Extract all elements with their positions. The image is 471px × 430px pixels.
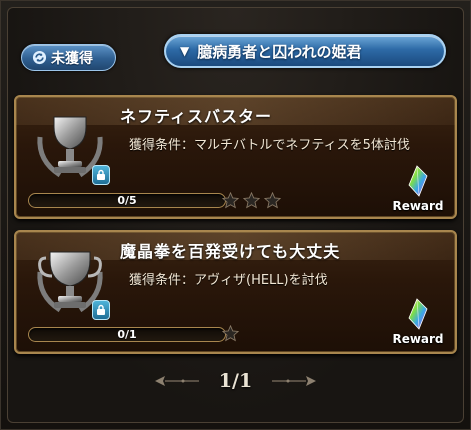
progress-bar: 0/5 bbox=[28, 193, 226, 208]
reward-label: Reward bbox=[392, 332, 444, 346]
pagination: 1/1 bbox=[1, 368, 470, 394]
achievement-condition: 獲得条件：マルチバトルでネフティスを5体討伐 bbox=[129, 138, 410, 153]
progress-text: 0/1 bbox=[117, 328, 137, 341]
star-icon bbox=[222, 192, 239, 209]
star-icon bbox=[243, 192, 260, 209]
triangle-down-icon: ▼ bbox=[180, 44, 190, 58]
achievement-title: ネフティスバスター bbox=[120, 107, 273, 126]
next-page-ornament-icon[interactable] bbox=[270, 375, 318, 387]
prev-page-ornament-icon[interactable] bbox=[153, 375, 201, 387]
lock-icon bbox=[92, 300, 110, 320]
star-icon bbox=[264, 192, 281, 209]
refresh-icon bbox=[32, 50, 47, 65]
difficulty-stars bbox=[222, 192, 281, 209]
achievement-condition: 獲得条件：アヴィザ(HELL)を討伐 bbox=[129, 273, 328, 288]
crystal-icon bbox=[408, 165, 428, 197]
category-dropdown[interactable]: ▼ 臆病勇者と囚われの姫君 bbox=[164, 34, 446, 68]
crystal-icon bbox=[408, 298, 428, 330]
achievement-window: 未獲得 ▼ 臆病勇者と囚われの姫君 ネフティスバスター 獲得条件：マルチバトルで… bbox=[0, 0, 471, 430]
difficulty-stars bbox=[222, 325, 239, 342]
reward-label: Reward bbox=[392, 199, 444, 213]
achievement-card[interactable]: ネフティスバスター 獲得条件：マルチバトルでネフティスを5体討伐 0/5 Rew… bbox=[14, 95, 457, 219]
status-filter-label: 未獲得 bbox=[51, 50, 93, 67]
reward-button[interactable]: Reward bbox=[389, 165, 447, 213]
reward-button[interactable]: Reward bbox=[389, 298, 447, 346]
lock-icon bbox=[92, 165, 110, 185]
progress-text: 0/5 bbox=[117, 194, 137, 207]
page-indicator: 1/1 bbox=[218, 370, 253, 392]
progress-bar: 0/1 bbox=[28, 327, 226, 342]
achievement-title: 魔晶拳を百発受けても大丈夫 bbox=[120, 242, 341, 261]
status-filter-button[interactable]: 未獲得 bbox=[21, 44, 116, 71]
category-selected-label: 臆病勇者と囚われの姫君 bbox=[197, 42, 362, 61]
star-icon bbox=[222, 325, 239, 342]
achievement-card[interactable]: 魔晶拳を百発受けても大丈夫 獲得条件：アヴィザ(HELL)を討伐 0/1 Rew… bbox=[14, 230, 457, 354]
